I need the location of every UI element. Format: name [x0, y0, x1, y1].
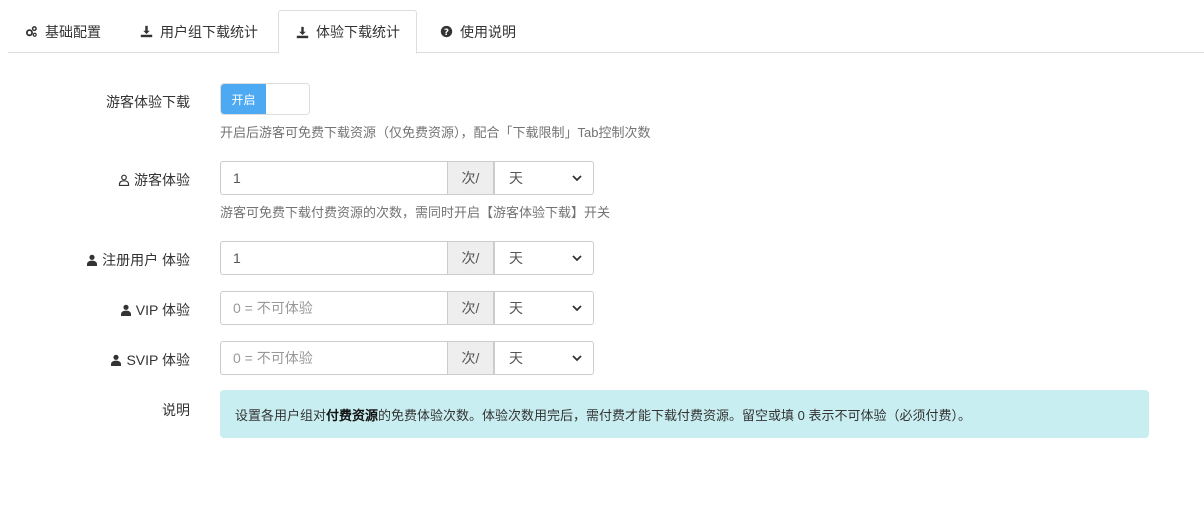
tab-usage-guide[interactable]: ? 使用说明	[423, 10, 532, 53]
svip-trial-input[interactable]	[220, 341, 448, 375]
vip-trial-input[interactable]	[220, 291, 448, 325]
chevron-down-icon	[571, 252, 583, 264]
user-outline-icon	[118, 174, 130, 186]
guest-download-help: 开启后游客可免费下载资源（仅免费资源），配合「下载限制」Tab控制次数	[220, 125, 651, 140]
guest-trial-unit: 次/	[447, 161, 494, 195]
download-icon	[139, 25, 153, 39]
tab-label: 基础配置	[45, 23, 101, 40]
registered-trial-input[interactable]	[220, 241, 448, 275]
note-label-text: 说明	[162, 402, 190, 418]
selected-period: 天	[509, 170, 523, 186]
toggle-on-state: 开启	[221, 84, 266, 114]
vip-trial-label: VIP 体验	[120, 300, 190, 320]
note-label: 说明	[162, 400, 190, 420]
svip-trial-period-select[interactable]: 天	[494, 341, 594, 375]
svg-text:?: ?	[443, 28, 448, 38]
chevron-down-icon	[571, 172, 583, 184]
download-icon	[295, 25, 309, 39]
user-solid-icon	[110, 354, 122, 366]
guest-trial-help: 游客可免费下载付费资源的次数，需同时开启【游客体验下载】开关	[220, 205, 611, 220]
selected-period: 天	[509, 250, 523, 266]
vip-trial-unit: 次/	[447, 291, 494, 325]
tab-group-download-stats[interactable]: 用户组下载统计	[123, 10, 274, 53]
chevron-down-icon	[571, 352, 583, 364]
selected-period: 天	[509, 350, 523, 366]
note-text-before: 设置各用户组对	[235, 407, 327, 423]
question-circle-icon: ?	[439, 25, 453, 39]
registered-trial-period-select[interactable]: 天	[494, 241, 594, 275]
guest-download-label: 游客体验下载	[106, 92, 190, 112]
guest-trial-input[interactable]	[220, 161, 448, 195]
user-solid-icon	[120, 304, 132, 316]
guest-trial-period-select[interactable]: 天	[494, 161, 594, 195]
selected-period: 天	[509, 300, 523, 316]
guest-trial-label: 游客体验	[118, 170, 190, 190]
registered-trial-label: 注册用户 体验	[86, 250, 190, 270]
note-text-after: 的免费体验次数。体验次数用完后，需付费才能下载付费资源。留空或填 0 表示不可体…	[378, 407, 971, 423]
registered-trial-unit: 次/	[447, 241, 494, 275]
guest-download-toggle[interactable]: 开启	[220, 83, 310, 115]
tab-trial-download-stats[interactable]: 体验下载统计	[278, 10, 417, 54]
tab-label: 体验下载统计	[316, 24, 400, 40]
guest-download-label-text: 游客体验下载	[106, 94, 190, 110]
registered-trial-label-text: 注册用户 体验	[102, 252, 190, 268]
tab-label: 使用说明	[460, 23, 516, 40]
tab-bar: 基础配置 用户组下载统计 体验下载统计 ? 使用说明	[8, 10, 1204, 54]
tab-basic-config[interactable]: 基础配置	[8, 10, 117, 53]
svip-trial-label-text: SVIP 体验	[126, 352, 190, 368]
note-text-bold: 付费资源	[326, 407, 379, 423]
info-alert: 设置各用户组对 付费资源 的免费体验次数。体验次数用完后，需付费才能下载付费资源。留…	[220, 390, 1149, 438]
tab-label: 用户组下载统计	[160, 23, 258, 40]
vip-trial-label-text: VIP 体验	[135, 302, 190, 318]
guest-trial-label-text: 游客体验	[134, 172, 190, 188]
chevron-down-icon	[571, 302, 583, 314]
svip-trial-unit: 次/	[447, 341, 494, 375]
vip-trial-period-select[interactable]: 天	[494, 291, 594, 325]
gears-icon	[24, 25, 38, 39]
svip-trial-label: SVIP 体验	[110, 350, 190, 370]
user-solid-icon	[86, 254, 98, 266]
